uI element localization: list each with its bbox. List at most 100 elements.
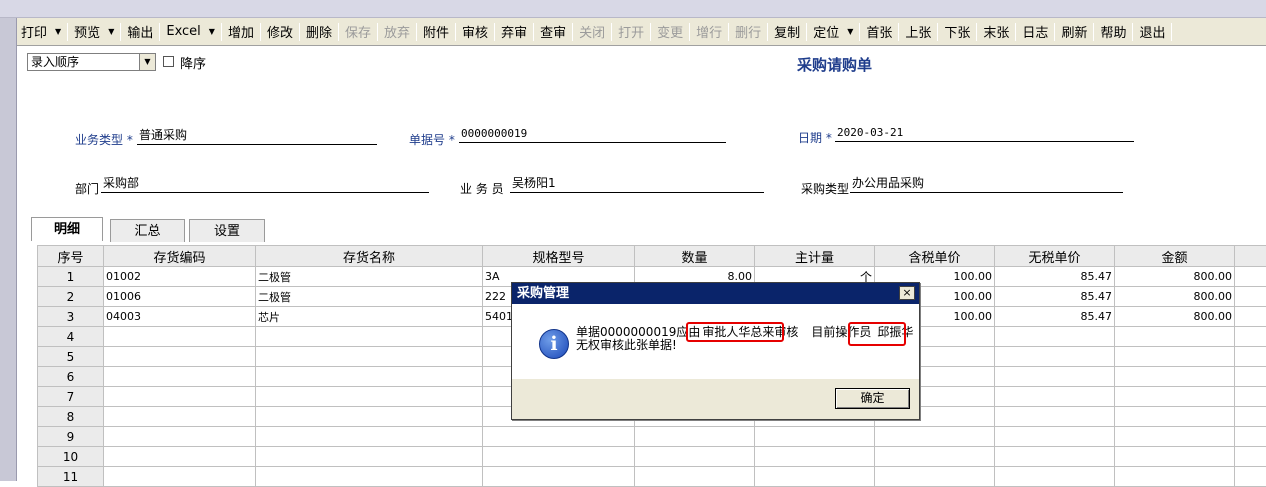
date-field[interactable]: 2020-03-21: [835, 125, 1134, 142]
help-button[interactable]: 帮助: [1096, 21, 1130, 43]
table-cell[interactable]: [483, 467, 635, 487]
sort-order-select[interactable]: 录入顺序 ▼: [27, 53, 156, 71]
column-header[interactable]: 数量: [635, 246, 755, 267]
table-cell[interactable]: [483, 427, 635, 447]
table-cell[interactable]: [755, 467, 875, 487]
locate-button[interactable]: 定位▼: [809, 21, 857, 43]
chevron-down-icon[interactable]: ▼: [139, 54, 155, 70]
column-header[interactable]: 无税单价: [995, 246, 1115, 267]
table-cell[interactable]: [635, 427, 755, 447]
previous-button[interactable]: 上张: [901, 21, 935, 43]
table-cell[interactable]: [1115, 427, 1235, 447]
table-cell[interactable]: [256, 327, 483, 347]
table-cell[interactable]: 二极管: [256, 287, 483, 307]
tab-summary[interactable]: 汇总: [110, 219, 185, 242]
preview-button[interactable]: 预览▼: [70, 21, 118, 43]
close-button[interactable]: 关闭: [575, 21, 609, 43]
table-cell[interactable]: [995, 327, 1115, 347]
table-cell[interactable]: [104, 327, 256, 347]
discard-button[interactable]: 放弃: [380, 21, 414, 43]
table-cell[interactable]: [875, 427, 995, 447]
table-cell[interactable]: [1115, 347, 1235, 367]
table-cell[interactable]: [104, 387, 256, 407]
purchase-type-field[interactable]: 办公用品采购: [850, 176, 1123, 193]
save-button[interactable]: 保存: [341, 21, 375, 43]
table-cell[interactable]: 85.47: [995, 287, 1115, 307]
table-cell[interactable]: [104, 447, 256, 467]
column-header[interactable]: 序号: [38, 246, 104, 267]
table-cell[interactable]: 01006: [104, 287, 256, 307]
table-cell[interactable]: [1115, 327, 1235, 347]
view-approval-button[interactable]: 查审: [536, 21, 570, 43]
chevron-down-icon[interactable]: ▼: [108, 27, 114, 36]
table-cell[interactable]: [755, 447, 875, 467]
table-row[interactable]: 10: [38, 447, 1266, 467]
table-cell[interactable]: [104, 467, 256, 487]
next-button[interactable]: 下张: [940, 21, 974, 43]
biz-type-field[interactable]: 普通采购: [137, 128, 377, 145]
table-cell[interactable]: [995, 367, 1115, 387]
table-row[interactable]: 11: [38, 467, 1266, 487]
dept-field[interactable]: 采购部: [101, 176, 429, 193]
table-cell[interactable]: [483, 447, 635, 467]
print-button[interactable]: 打印▼: [17, 21, 65, 43]
table-cell[interactable]: [256, 347, 483, 367]
chevron-down-icon[interactable]: ▼: [55, 27, 61, 36]
table-cell[interactable]: [1115, 367, 1235, 387]
attachment-button[interactable]: 附件: [419, 21, 453, 43]
copy-button[interactable]: 复制: [770, 21, 804, 43]
column-header[interactable]: 金额: [1115, 246, 1235, 267]
table-cell[interactable]: 二极管: [256, 267, 483, 287]
table-cell[interactable]: 800.00: [1115, 287, 1235, 307]
doc-no-field[interactable]: 0000000019: [459, 126, 726, 143]
chevron-down-icon[interactable]: ▼: [209, 27, 215, 36]
last-button[interactable]: 末张: [979, 21, 1013, 43]
tab-detail[interactable]: 明细: [31, 217, 103, 241]
table-cell[interactable]: [995, 387, 1115, 407]
chevron-down-icon[interactable]: ▼: [847, 27, 853, 36]
table-cell[interactable]: 800.00: [1115, 267, 1235, 287]
table-cell[interactable]: 85.47: [995, 307, 1115, 327]
table-cell[interactable]: [256, 447, 483, 467]
first-button[interactable]: 首张: [862, 21, 896, 43]
table-cell[interactable]: [104, 347, 256, 367]
table-cell[interactable]: [256, 367, 483, 387]
table-cell[interactable]: [1115, 407, 1235, 427]
clerk-field[interactable]: 吴杨阳1: [510, 176, 764, 193]
table-cell[interactable]: [635, 447, 755, 467]
table-cell[interactable]: 800.00: [1115, 307, 1235, 327]
table-cell[interactable]: [875, 467, 995, 487]
table-cell[interactable]: [755, 427, 875, 447]
column-header[interactable]: 主计量: [755, 246, 875, 267]
export-button[interactable]: 输出: [123, 21, 157, 43]
table-cell[interactable]: [635, 467, 755, 487]
table-cell[interactable]: [256, 387, 483, 407]
table-cell[interactable]: [104, 367, 256, 387]
table-cell[interactable]: [1115, 467, 1235, 487]
ok-button[interactable]: 确定: [835, 388, 910, 409]
table-cell[interactable]: [256, 427, 483, 447]
log-button[interactable]: 日志: [1018, 21, 1052, 43]
table-cell[interactable]: [1115, 387, 1235, 407]
column-header[interactable]: 含税单价: [875, 246, 995, 267]
column-header[interactable]: 存货名称: [256, 246, 483, 267]
table-cell[interactable]: [995, 407, 1115, 427]
table-cell[interactable]: 芯片: [256, 307, 483, 327]
exit-button[interactable]: 退出: [1135, 21, 1169, 43]
table-cell[interactable]: [995, 347, 1115, 367]
table-cell[interactable]: [995, 427, 1115, 447]
table-cell[interactable]: 85.47: [995, 267, 1115, 287]
column-header[interactable]: 存货编码: [104, 246, 256, 267]
refresh-button[interactable]: 刷新: [1057, 21, 1091, 43]
table-cell[interactable]: [104, 407, 256, 427]
tab-settings[interactable]: 设置: [189, 219, 265, 242]
table-cell[interactable]: [875, 447, 995, 467]
excel-button[interactable]: Excel▼: [162, 21, 219, 43]
delete-row-button[interactable]: 删行: [731, 21, 765, 43]
add-button[interactable]: 增加: [224, 21, 258, 43]
approve-button[interactable]: 审核: [458, 21, 492, 43]
edit-button[interactable]: 修改: [263, 21, 297, 43]
table-cell[interactable]: 01002: [104, 267, 256, 287]
change-button[interactable]: 变更: [653, 21, 687, 43]
add-row-button[interactable]: 增行: [692, 21, 726, 43]
